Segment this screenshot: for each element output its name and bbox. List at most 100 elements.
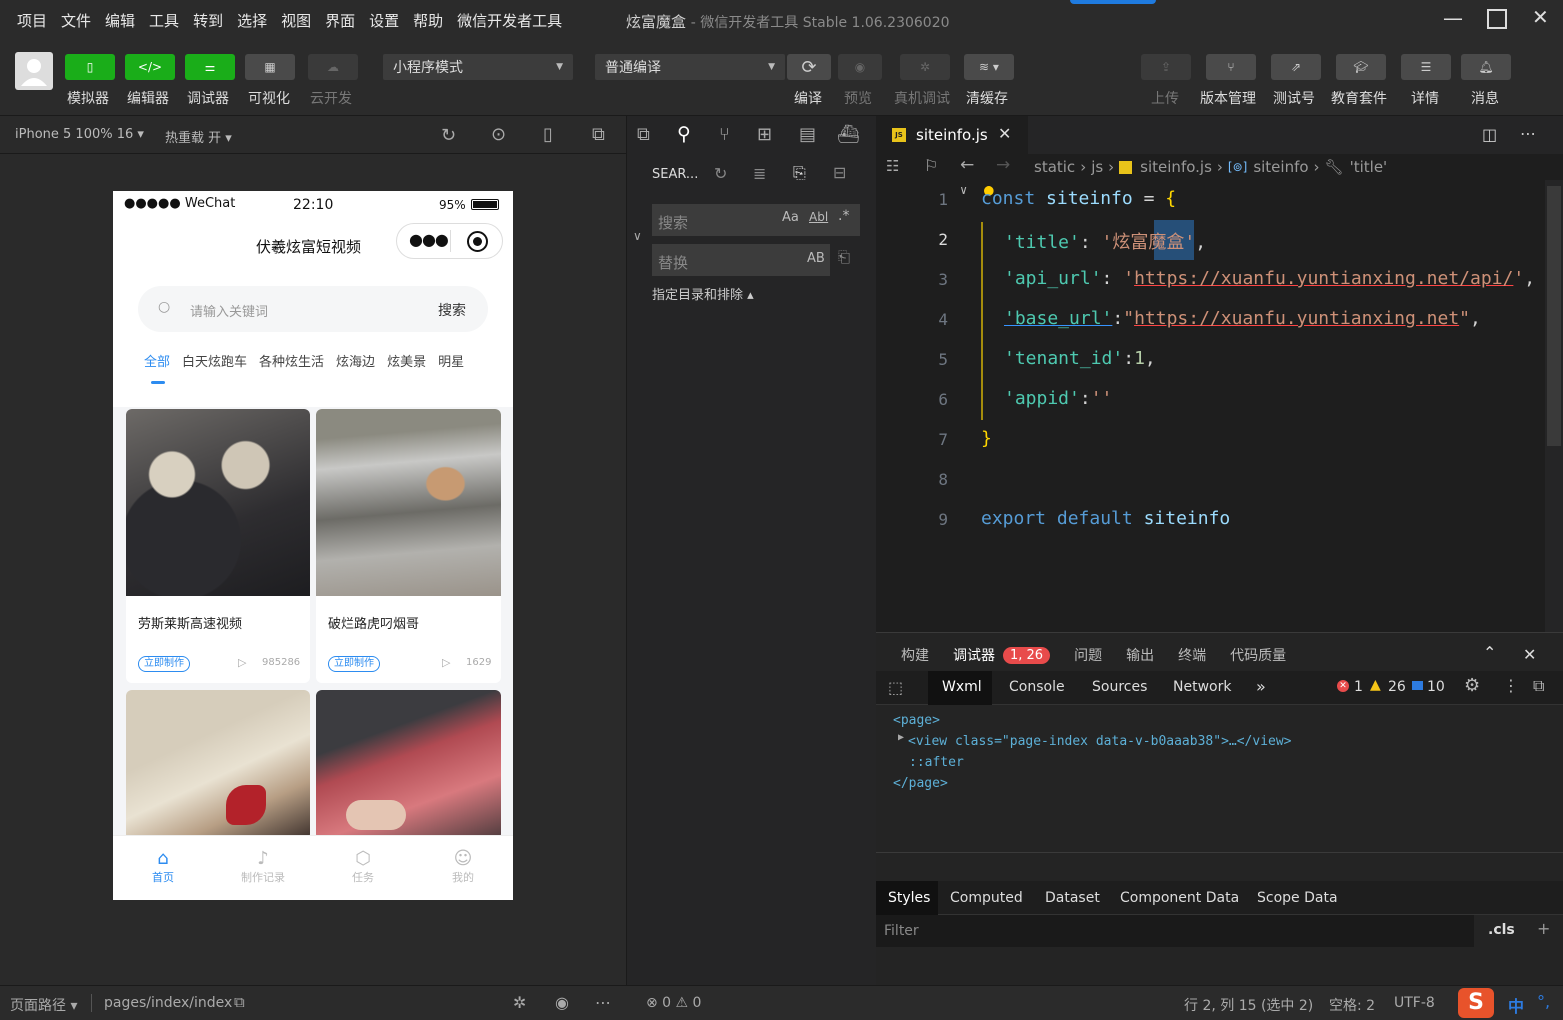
scrollbar-thumb[interactable] <box>1547 186 1561 446</box>
clear-cache-button[interactable]: ≋ ▾ <box>964 54 1014 80</box>
code-editor[interactable]: 1 2 3 4 5 6 7 8 9 ∨ ● const siteinfo = {… <box>876 180 1563 632</box>
eye-icon[interactable]: ◉ <box>555 993 569 1012</box>
tab-network[interactable]: Network <box>1173 679 1231 695</box>
problems-indicator[interactable]: ⊗ 0 ⚠ 0 <box>646 995 701 1011</box>
encoding[interactable]: UTF-8 <box>1394 995 1435 1011</box>
breadcrumb-item[interactable]: 'title' <box>1350 158 1388 176</box>
menu-help[interactable]: 帮助 <box>413 10 443 31</box>
menu-interface[interactable]: 界面 <box>325 10 355 31</box>
ime-logo-icon[interactable]: S <box>1458 988 1494 1018</box>
tab-debugger[interactable]: 调试器 <box>953 645 995 665</box>
maximize-icon[interactable] <box>1487 9 1507 29</box>
simulator-button[interactable]: ▯ <box>65 54 115 80</box>
back-arrow-icon[interactable]: ← <box>960 155 974 175</box>
new-search-editor-icon[interactable]: ⎘ <box>793 163 806 183</box>
inspect-element-icon[interactable]: ⬚ <box>888 678 903 697</box>
chevron-down-icon[interactable]: ∨ <box>633 229 642 243</box>
tab-styles[interactable]: Styles <box>888 890 930 906</box>
video-card[interactable] <box>316 690 501 840</box>
category-item[interactable]: 炫海边 <box>336 351 375 370</box>
tab-terminal[interactable]: 终端 <box>1178 645 1206 665</box>
more-tabs-icon[interactable]: » <box>1256 677 1266 696</box>
menu-tools[interactable]: 工具 <box>149 10 179 31</box>
ime-mode[interactable]: 中 <box>1508 993 1524 1017</box>
minimize-icon[interactable]: — <box>1443 6 1463 30</box>
menu-select[interactable]: 选择 <box>237 10 267 31</box>
phone-icon[interactable]: ▯ <box>543 124 553 145</box>
cls-toggle[interactable]: .cls <box>1488 922 1515 938</box>
indentation[interactable]: 空格: 2 <box>1329 995 1375 1015</box>
menu-settings[interactable]: 设置 <box>369 10 399 31</box>
hot-reload-select[interactable]: 热重载 开 ▾ <box>165 127 232 146</box>
close-miniprogram-icon[interactable] <box>467 231 488 252</box>
search-input[interactable]: 请输入关键词 <box>190 301 268 320</box>
filter-input[interactable]: Filter <box>876 915 1474 947</box>
close-panel-icon[interactable]: ✕ <box>1523 645 1536 664</box>
search-input[interactable]: 搜索 Aa Abl .* <box>652 204 860 236</box>
refresh-icon[interactable]: ↻ <box>714 164 727 183</box>
make-now-tag[interactable]: 立即制作 <box>138 656 190 672</box>
tab-console[interactable]: Console <box>1009 679 1065 695</box>
replace-all-icon[interactable]: ⎗ <box>838 248 850 266</box>
search-button[interactable]: 搜索 <box>438 300 466 320</box>
expand-arrow-icon[interactable]: ▶ <box>898 732 904 743</box>
tree-node[interactable]: <page> <box>893 713 940 728</box>
tab-output[interactable]: 输出 <box>1126 645 1154 665</box>
cursor-position[interactable]: 行 2, 列 15 (选中 2) <box>1184 995 1313 1015</box>
compile-button[interactable]: ⟳ <box>787 54 831 80</box>
tree-node[interactable]: </page> <box>893 776 948 791</box>
debugger-button[interactable]: ⚌ <box>185 54 235 80</box>
dock-icon[interactable]: ⧉ <box>1533 676 1544 696</box>
rotate-icon[interactable]: ↻ <box>441 125 456 146</box>
compile-select[interactable]: 普通编译 ▼ <box>595 54 785 80</box>
match-case-icon[interactable]: Aa <box>782 210 799 225</box>
tab-scope-data[interactable]: Scope Data <box>1257 890 1338 906</box>
category-item[interactable]: 明星 <box>438 351 464 370</box>
tab-wxml[interactable]: Wxml <box>942 679 982 695</box>
version-button[interactable]: ⑂ <box>1206 54 1256 80</box>
breadcrumb-item[interactable]: static <box>1034 158 1075 176</box>
bookmark-icon[interactable]: ⚐ <box>924 156 938 175</box>
capsule-menu[interactable]: ●●● <box>396 223 503 259</box>
search-bar[interactable]: ○ 请输入关键词 搜索 <box>138 286 488 332</box>
outline-icon[interactable]: ☷ <box>886 157 899 175</box>
preserve-case-icon[interactable]: AB <box>807 251 825 266</box>
tab-dataset[interactable]: Dataset <box>1045 890 1100 906</box>
fold-chevron-icon[interactable]: ∨ <box>960 183 967 197</box>
page-path-select[interactable]: 页面路径 ▾ <box>10 995 77 1015</box>
clear-results-icon[interactable]: ≣ <box>753 164 766 183</box>
tree-node[interactable]: ::after <box>909 755 964 770</box>
category-all[interactable]: 全部 <box>144 351 170 370</box>
messages-button[interactable]: 🔔︎ <box>1461 54 1511 80</box>
tab-build[interactable]: 构建 <box>901 645 929 665</box>
more-icon[interactable]: ●●● <box>409 230 449 249</box>
menu-devtools[interactable]: 微信开发者工具 <box>457 10 562 31</box>
tab-mine[interactable]: ☺ 我的 <box>441 848 485 885</box>
tab-tasks[interactable]: ⬡ 任务 <box>341 848 385 885</box>
details-button[interactable]: ☰ <box>1401 54 1451 80</box>
test-account-button[interactable]: ⇗ <box>1271 54 1321 80</box>
record-icon[interactable]: ⊙ <box>491 124 506 145</box>
tree-node[interactable]: <view class="page-index data-v-b0aaab38"… <box>908 734 1292 749</box>
copy-icon[interactable]: ⧉ <box>234 993 245 1011</box>
add-rule-icon[interactable]: + <box>1537 919 1550 938</box>
tab-siteinfo[interactable]: JS siteinfo.js ✕ <box>876 116 1028 154</box>
collapse-all-icon[interactable]: ⊟ <box>833 163 846 182</box>
breadcrumb-item[interactable]: siteinfo <box>1253 158 1308 176</box>
tab-problems[interactable]: 问题 <box>1074 645 1102 665</box>
bug-icon[interactable]: ✲ <box>513 993 526 1012</box>
video-card[interactable] <box>126 690 310 840</box>
category-item[interactable]: 各种炫生活 <box>259 351 324 370</box>
gear-icon[interactable]: ⚙ <box>1464 675 1480 696</box>
breadcrumb-item[interactable]: siteinfo.js <box>1140 158 1212 176</box>
docker-icon[interactable]: ⛴ <box>837 124 860 145</box>
make-now-tag[interactable]: 立即制作 <box>328 656 380 672</box>
menu-view[interactable]: 视图 <box>281 10 311 31</box>
whole-word-icon[interactable]: Abl <box>809 210 828 224</box>
more-actions-icon[interactable]: ⋯ <box>1520 124 1536 143</box>
scrollbar[interactable] <box>1545 180 1563 632</box>
menu-file[interactable]: 文件 <box>61 10 91 31</box>
source-control-icon[interactable]: ⑂ <box>719 124 730 145</box>
explorer-icon[interactable]: ⧉ <box>637 124 650 145</box>
replace-input[interactable]: 替换 AB <box>652 244 830 276</box>
